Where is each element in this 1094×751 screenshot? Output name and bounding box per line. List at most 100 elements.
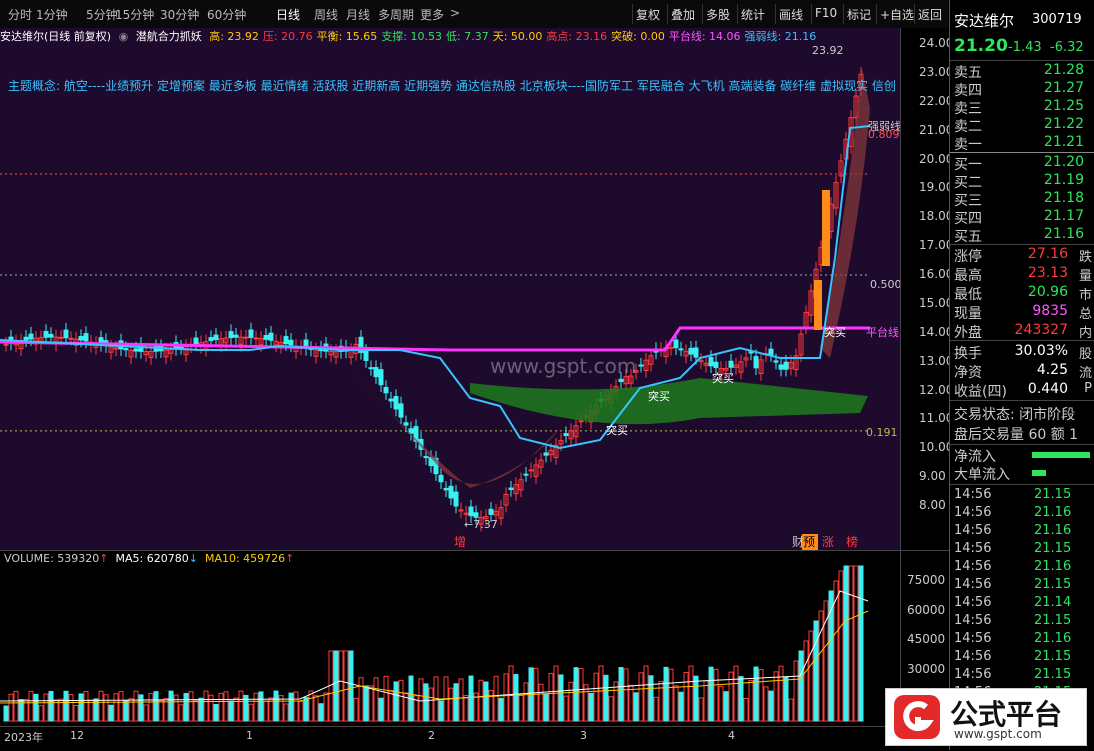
volume-bar bbox=[28, 690, 34, 722]
toolbar-button-4[interactable]: 画线 bbox=[779, 6, 803, 23]
bid-price: 21.19 bbox=[1043, 172, 1084, 188]
bid-row-5: 买五 21.16 bbox=[954, 226, 1092, 245]
high-label: 23.92 bbox=[812, 44, 844, 57]
indicator-field-2: 平衡: 15.65 bbox=[316, 30, 378, 43]
breakout-buy-label-0: 突买 bbox=[606, 423, 628, 437]
candle-body bbox=[403, 422, 409, 426]
stat-value: 9835 bbox=[1032, 303, 1068, 319]
kline-chart-panel[interactable]: www.gspt.com 23.92 ←7.37 强弱线 0.809 0.500 平台线 0.… bbox=[0, 28, 902, 550]
bid-price: 21.18 bbox=[1043, 190, 1084, 206]
toolbar-button-7[interactable]: +自选 bbox=[880, 6, 914, 23]
price-change: -1.43 bbox=[1008, 40, 1042, 55]
volume-bar bbox=[668, 668, 674, 722]
kline-chart-svg[interactable]: www.gspt.com23.92←7.37强弱线0.8090.500平台线0.… bbox=[0, 28, 902, 550]
candle-body bbox=[778, 364, 784, 370]
tick-row: 14:56 21.15 bbox=[954, 541, 1092, 559]
indicator-name[interactable]: 潜航合力抓妖 bbox=[136, 30, 202, 43]
tick-price: 21.16 bbox=[1034, 631, 1072, 646]
volume-panel[interactable] bbox=[0, 550, 900, 729]
candle-body bbox=[368, 367, 374, 370]
period-tab-8[interactable]: 月线 bbox=[346, 6, 370, 23]
volume-bar bbox=[698, 697, 704, 722]
volume-bar bbox=[573, 667, 579, 722]
candle-body bbox=[468, 506, 474, 517]
volume-bar bbox=[638, 672, 644, 722]
watermark-text: www.gspt.com bbox=[490, 354, 636, 378]
candle-body bbox=[288, 339, 294, 346]
low-label: ←7.37 bbox=[464, 518, 498, 531]
volume-bar bbox=[168, 690, 174, 722]
candle-body bbox=[28, 333, 34, 340]
price-axis: 24.00 23.00 22.00 21.00 20.00 19.00 18.00 17.00… bbox=[900, 28, 953, 550]
candle-body bbox=[388, 398, 394, 402]
date-label-3: 2 bbox=[428, 729, 435, 742]
period-tab-10[interactable]: 更多 bbox=[420, 6, 444, 23]
indicator-field-3: 支撑: 10.53 bbox=[381, 30, 443, 43]
toolbar-button-5[interactable]: F10 bbox=[815, 6, 837, 20]
toolbar-button-2[interactable]: 多股 bbox=[706, 6, 730, 23]
chevron-right-icon[interactable]: > bbox=[450, 6, 460, 20]
date-label-2: 1 bbox=[246, 729, 253, 742]
period-tab-6[interactable]: 日线 bbox=[276, 6, 300, 23]
bid-label: 买一 bbox=[954, 157, 982, 173]
down-arrow-icon: ↓ bbox=[188, 552, 198, 565]
toolbar-button-0[interactable]: 复权 bbox=[636, 6, 660, 23]
period-tab-5[interactable]: 60分钟 bbox=[207, 6, 246, 23]
candle-body bbox=[43, 330, 49, 338]
ask-price: 21.21 bbox=[1043, 134, 1084, 150]
volume-bar bbox=[363, 685, 369, 722]
logo-g-icon bbox=[894, 695, 940, 739]
tick-price: 21.15 bbox=[1034, 667, 1072, 682]
candle-body bbox=[233, 334, 239, 338]
candle-body bbox=[523, 473, 529, 476]
tick-time: 14:56 bbox=[954, 631, 992, 646]
volume-bar bbox=[803, 640, 809, 722]
stat-tail: 量 bbox=[1078, 269, 1092, 284]
volume-bar bbox=[273, 690, 279, 722]
platform-label: 平台线 bbox=[866, 325, 899, 339]
tick-price: 21.15 bbox=[1034, 577, 1072, 592]
volume-bar bbox=[348, 650, 354, 722]
period-tab-2[interactable]: 5分钟 bbox=[86, 6, 118, 23]
volume-bar bbox=[768, 690, 774, 722]
toolbar-button-1[interactable]: 叠加 bbox=[671, 6, 695, 23]
volume-bar bbox=[743, 697, 749, 722]
stock-code: 300719 bbox=[1032, 12, 1082, 27]
volume-chart-svg[interactable] bbox=[0, 551, 900, 727]
volume-bar bbox=[378, 697, 384, 722]
bid-label: 买四 bbox=[954, 211, 982, 227]
tick-price: 21.14 bbox=[1034, 595, 1072, 610]
ma5-value: 620780 bbox=[146, 552, 189, 565]
candle-body bbox=[268, 332, 274, 341]
period-tab-9[interactable]: 多周期 bbox=[378, 6, 414, 23]
volume-bar bbox=[183, 693, 189, 722]
ask-row-3: 卖三 21.25 bbox=[954, 98, 1092, 117]
period-tab-4[interactable]: 30分钟 bbox=[160, 6, 199, 23]
volume-bar bbox=[838, 570, 844, 722]
toolbar-button-3[interactable]: 统计 bbox=[741, 6, 765, 23]
ask-label: 卖三 bbox=[954, 101, 982, 117]
candle-body bbox=[63, 329, 69, 339]
stat2-tail: 股 bbox=[1078, 347, 1092, 362]
volume-bar bbox=[628, 684, 634, 722]
date-label-1: 12 bbox=[70, 729, 84, 742]
volume-bar bbox=[493, 675, 499, 722]
toolbar-button-8[interactable]: 返回 bbox=[918, 6, 942, 23]
tick-time: 14:56 bbox=[954, 487, 992, 502]
tick-time: 14:56 bbox=[954, 667, 992, 682]
period-tab-1[interactable]: 1分钟 bbox=[36, 6, 68, 23]
period-tab-3[interactable]: 15分钟 bbox=[115, 6, 154, 23]
ask-row-4: 卖二 21.22 bbox=[954, 116, 1092, 135]
volume-bar bbox=[143, 704, 149, 722]
stat2-tail: P bbox=[1084, 381, 1092, 396]
ask-price: 21.25 bbox=[1043, 98, 1084, 114]
period-tab-7[interactable]: 周线 bbox=[314, 6, 338, 23]
volume-tick-1: 60000 bbox=[907, 602, 946, 617]
period-tab-0[interactable]: 分时 bbox=[8, 6, 32, 23]
volume-bar bbox=[133, 690, 139, 722]
toolbar-button-6[interactable]: 标记 bbox=[847, 6, 871, 23]
candle-body bbox=[243, 336, 249, 339]
indicator-field-8: 平台线: 14.06 bbox=[668, 30, 741, 43]
volume-bar bbox=[158, 700, 164, 722]
date-label-0: 2023年 bbox=[4, 731, 43, 744]
